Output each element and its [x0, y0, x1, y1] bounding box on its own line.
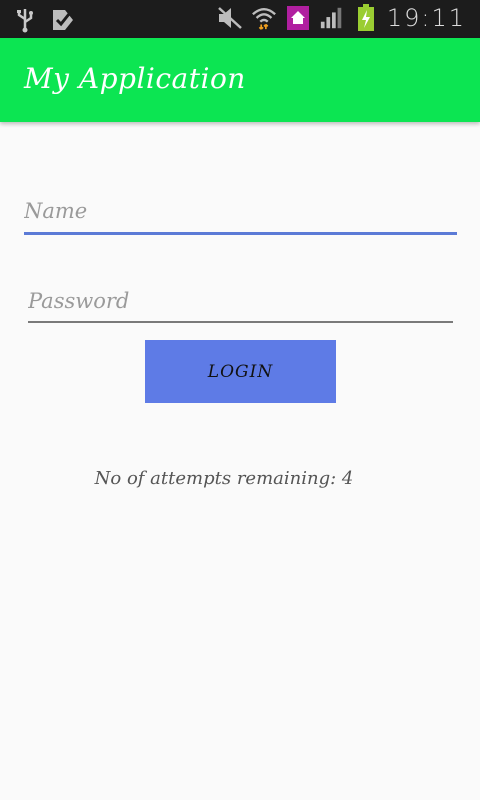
status-bar: 19:11: [0, 0, 480, 38]
download-check-icon: [50, 6, 76, 34]
mute-icon: [217, 4, 243, 32]
wifi-icon: [251, 4, 277, 32]
status-clock: 19:11: [386, 4, 466, 32]
home-icon: [285, 4, 311, 32]
password-input[interactable]: [28, 284, 453, 323]
app-bar: My Application: [0, 38, 480, 122]
app-title: My Application: [24, 62, 246, 95]
attempts-remaining-text: No of attempts remaining: 4: [94, 468, 354, 489]
usb-icon: [12, 6, 38, 34]
signal-icon: [319, 4, 345, 32]
battery-charging-icon: [353, 4, 379, 32]
login-button[interactable]: LOGIN: [145, 340, 336, 403]
name-input[interactable]: [24, 194, 457, 235]
